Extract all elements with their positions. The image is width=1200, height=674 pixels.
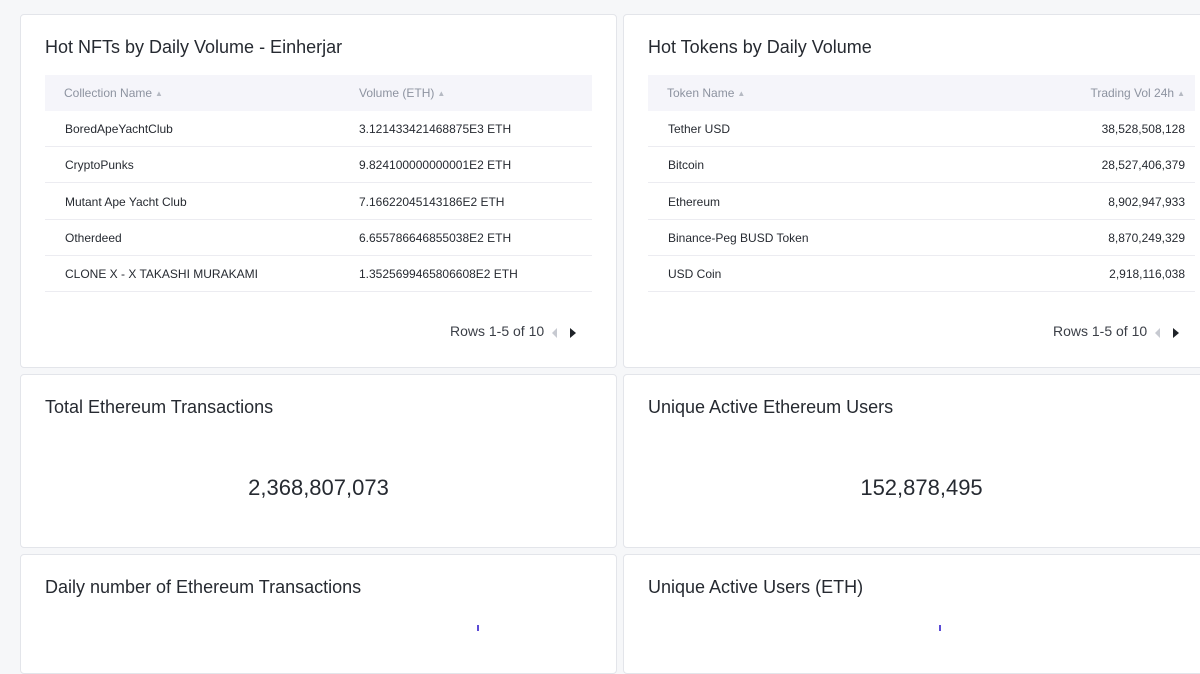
table-header: Token Name ▲ Trading Vol 24h ▲ bbox=[648, 75, 1195, 111]
chart-line-fragment bbox=[477, 625, 479, 631]
sort-icon: ▲ bbox=[155, 89, 163, 98]
token-name-cell: Ethereum bbox=[668, 195, 721, 209]
collection-name-cell: CryptoPunks bbox=[65, 158, 134, 172]
hot-tokens-card: Hot Tokens by Daily Volume Token Name ▲ T… bbox=[623, 14, 1200, 368]
table-row[interactable]: CryptoPunks 9.824100000000001E2 ETH bbox=[45, 147, 592, 183]
token-name-cell: USD Coin bbox=[668, 267, 722, 281]
column-header-trading-vol[interactable]: Trading Vol 24h ▲ bbox=[1090, 86, 1185, 100]
token-name-cell: Binance-Peg BUSD Token bbox=[668, 231, 809, 245]
table-row[interactable]: Otherdeed 6.655786646855038E2 ETH bbox=[45, 220, 592, 256]
chart-line-fragment bbox=[939, 625, 941, 631]
total-transactions-card: Total Ethereum Transactions 2,368,807,07… bbox=[20, 374, 617, 548]
volume-cell: 3.121433421468875E3 ETH bbox=[359, 122, 512, 136]
card-title: Hot Tokens by Daily Volume bbox=[648, 37, 872, 57]
next-page-button[interactable] bbox=[1171, 327, 1181, 339]
volume-cell: 6.655786646855038E2 ETH bbox=[359, 231, 512, 245]
unique-users-card: Unique Active Ethereum Users 152,878,495 bbox=[623, 374, 1200, 548]
collection-name-cell: BoredApeYachtClub bbox=[65, 122, 173, 136]
collection-name-cell: CLONE X - X TAKASHI MURAKAMI bbox=[65, 267, 258, 281]
table-header: Collection Name ▲ Volume (ETH) ▲ bbox=[45, 75, 592, 111]
card-title: Unique Active Users (ETH) bbox=[648, 577, 864, 597]
table-row[interactable]: Binance-Peg BUSD Token 8,870,249,329 bbox=[648, 220, 1195, 256]
collection-name-cell: Otherdeed bbox=[65, 231, 122, 245]
card-title: Daily number of Ethereum Transactions bbox=[45, 577, 362, 597]
sort-icon: ▲ bbox=[437, 89, 446, 98]
volume-cell: 1.3525699465806608E2 ETH bbox=[359, 267, 518, 281]
chevron-right-icon bbox=[570, 328, 576, 338]
chevron-left-icon bbox=[552, 328, 557, 338]
trading-vol-cell: 28,527,406,379 bbox=[1101, 158, 1185, 172]
sort-icon: ▲ bbox=[1177, 89, 1185, 98]
table-row[interactable]: Tether USD 38,528,508,128 bbox=[648, 111, 1195, 147]
chevron-left-icon bbox=[1155, 328, 1160, 338]
hot-nfts-card: Hot NFTs by Daily Volume - Einherjar Col… bbox=[20, 14, 617, 368]
trading-vol-cell: 8,870,249,329 bbox=[1108, 231, 1185, 245]
daily-transactions-card: Daily number of Ethereum Transactions bbox=[20, 554, 617, 674]
chevron-right-icon bbox=[1173, 328, 1179, 338]
card-title: Unique Active Ethereum Users bbox=[648, 397, 894, 417]
total-transactions-value: 2,368,807,073 bbox=[248, 475, 389, 500]
column-header-collection-name[interactable]: Collection Name ▲ bbox=[64, 86, 163, 100]
table-row[interactable]: Bitcoin 28,527,406,379 bbox=[648, 147, 1195, 183]
token-name-cell: Tether USD bbox=[668, 122, 731, 136]
trading-vol-cell: 2,918,116,038 bbox=[1109, 267, 1185, 281]
token-name-cell: Bitcoin bbox=[668, 158, 705, 172]
table-row[interactable]: BoredApeYachtClub 3.121433421468875E3 ET… bbox=[45, 111, 592, 147]
prev-page-button[interactable] bbox=[550, 327, 560, 339]
prev-page-button[interactable] bbox=[1153, 327, 1163, 339]
volume-cell: 9.824100000000001E2 ETH bbox=[359, 158, 512, 172]
active-users-chart-card: Unique Active Users (ETH) bbox=[623, 554, 1200, 674]
column-header-token-name[interactable]: Token Name ▲ bbox=[667, 86, 745, 100]
table-row[interactable]: Ethereum 8,902,947,933 bbox=[648, 184, 1195, 220]
trading-vol-cell: 38,528,508,128 bbox=[1101, 122, 1185, 136]
sort-icon: ▲ bbox=[737, 89, 746, 98]
card-title: Total Ethereum Transactions bbox=[45, 397, 274, 417]
unique-users-value: 152,878,495 bbox=[860, 475, 983, 500]
volume-cell: 7.16622045143186E2 ETH bbox=[359, 195, 505, 209]
column-header-volume[interactable]: Volume (ETH) ▲ bbox=[359, 86, 445, 100]
table-row[interactable]: Mutant Ape Yacht Club 7.16622045143186E2… bbox=[45, 184, 592, 220]
collection-name-cell: Mutant Ape Yacht Club bbox=[65, 195, 187, 209]
card-title: Hot NFTs by Daily Volume - Einherjar bbox=[45, 37, 343, 57]
table-row[interactable]: USD Coin 2,918,116,038 bbox=[648, 256, 1195, 292]
trading-vol-cell: 8,902,947,933 bbox=[1108, 195, 1185, 209]
next-page-button[interactable] bbox=[568, 327, 578, 339]
pagination-label: Rows 1-5 of 10 bbox=[1053, 323, 1148, 339]
table-row[interactable]: CLONE X - X TAKASHI MURAKAMI 1.352569946… bbox=[45, 256, 592, 292]
pagination-label: Rows 1-5 of 10 bbox=[450, 323, 545, 339]
